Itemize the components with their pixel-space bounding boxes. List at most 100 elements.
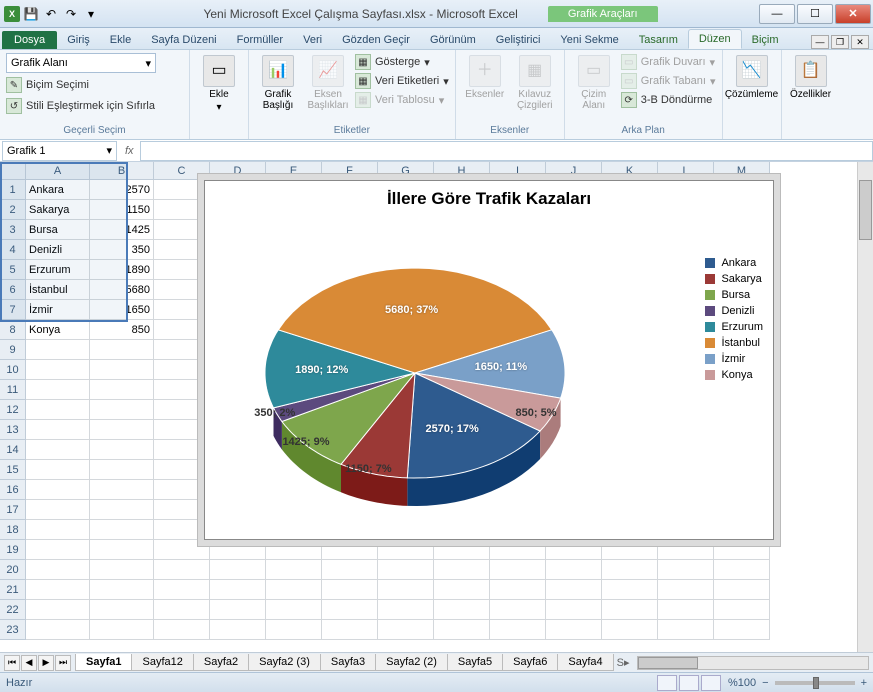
column-header[interactable]: K (602, 162, 658, 180)
column-header[interactable]: B (90, 162, 154, 180)
horizontal-scrollbar[interactable] (637, 656, 869, 670)
sheet-nav-prev[interactable]: ◀ (21, 655, 37, 671)
column-header[interactable]: I (490, 162, 546, 180)
cell[interactable] (266, 580, 322, 600)
cell[interactable] (90, 400, 154, 420)
cell[interactable] (602, 560, 658, 580)
cell[interactable] (154, 480, 210, 500)
cell[interactable] (266, 540, 322, 560)
row-header[interactable]: 9 (0, 340, 26, 360)
data-labels-button[interactable]: ▦Veri Etiketleri ▾ (355, 72, 449, 90)
cell[interactable] (322, 600, 378, 620)
cell[interactable]: İzmir (26, 300, 90, 320)
cell[interactable] (546, 620, 602, 640)
row-header[interactable]: 17 (0, 500, 26, 520)
row-header[interactable]: 11 (0, 380, 26, 400)
row-header[interactable]: 10 (0, 360, 26, 380)
cell[interactable] (154, 380, 210, 400)
cell[interactable] (378, 540, 434, 560)
cell[interactable] (90, 480, 154, 500)
cell[interactable] (26, 580, 90, 600)
cell[interactable] (154, 280, 210, 300)
row-header[interactable]: 6 (0, 280, 26, 300)
vertical-scrollbar-thumb[interactable] (859, 180, 872, 240)
cell[interactable] (434, 600, 490, 620)
embedded-chart[interactable]: İllere Göre Trafik Kazaları AnkaraSakary… (204, 180, 774, 540)
tab-formulas[interactable]: Formüller (227, 31, 293, 49)
sheet-tab[interactable]: Sayfa12 (131, 654, 193, 671)
save-icon[interactable]: 💾 (22, 5, 40, 23)
tab-page-layout[interactable]: Sayfa Düzeni (141, 31, 226, 49)
cell[interactable] (26, 480, 90, 500)
cell[interactable] (90, 420, 154, 440)
cell[interactable] (714, 580, 770, 600)
tab-chart-layout[interactable]: Düzen (688, 29, 742, 49)
cell[interactable] (714, 620, 770, 640)
row-header[interactable]: 4 (0, 240, 26, 260)
legend-item[interactable]: Erzurum (705, 321, 763, 333)
cell[interactable] (154, 240, 210, 260)
cell[interactable] (322, 560, 378, 580)
sheet-tab[interactable]: Sayfa2 (2) (375, 654, 448, 671)
cell[interactable] (154, 260, 210, 280)
sheet-tab[interactable]: Sayfa5 (447, 654, 503, 671)
cell[interactable]: 1650 (90, 300, 154, 320)
cell[interactable] (26, 540, 90, 560)
tab-file[interactable]: Dosya (2, 31, 57, 49)
maximize-button[interactable]: ☐ (797, 4, 833, 24)
cell[interactable] (490, 540, 546, 560)
cell[interactable] (26, 520, 90, 540)
zoom-level[interactable]: %100 (728, 677, 756, 689)
worksheet-grid[interactable]: ABCDEFGHIJKLM 12345678910111213141516171… (0, 162, 873, 652)
cell[interactable]: 2570 (90, 180, 154, 200)
column-header[interactable]: H (434, 162, 490, 180)
inner-restore-button[interactable]: ❐ (831, 35, 849, 49)
properties-button[interactable]: 📋Özellikler (788, 53, 834, 100)
chart-title-button[interactable]: 📊Grafik Başlığı (255, 53, 301, 111)
cell[interactable] (378, 560, 434, 580)
cell[interactable] (210, 620, 266, 640)
fx-icon[interactable]: fx (125, 145, 134, 157)
row-header[interactable]: 20 (0, 560, 26, 580)
row-header[interactable]: 15 (0, 460, 26, 480)
cell[interactable] (322, 620, 378, 640)
cell[interactable] (434, 620, 490, 640)
row-header[interactable]: 8 (0, 320, 26, 340)
legend-item[interactable]: Denizli (705, 305, 763, 317)
cell[interactable] (90, 600, 154, 620)
cell[interactable] (154, 300, 210, 320)
row-header[interactable]: 14 (0, 440, 26, 460)
row-header[interactable]: 7 (0, 300, 26, 320)
qat-dropdown-icon[interactable]: ▾ (82, 5, 100, 23)
format-selection-button[interactable]: ✎Biçim Seçimi (6, 76, 183, 94)
redo-icon[interactable]: ↷ (62, 5, 80, 23)
cell[interactable] (490, 580, 546, 600)
cell[interactable] (154, 320, 210, 340)
cell[interactable] (602, 540, 658, 560)
cell[interactable] (154, 340, 210, 360)
vertical-scrollbar[interactable] (857, 162, 873, 652)
sheet-tab[interactable]: Sayfa6 (502, 654, 558, 671)
cell[interactable] (90, 580, 154, 600)
cell[interactable] (154, 400, 210, 420)
cell[interactable] (154, 560, 210, 580)
horizontal-scrollbar-thumb[interactable] (638, 657, 698, 669)
cell[interactable] (714, 540, 770, 560)
cell[interactable] (490, 620, 546, 640)
sheet-nav-last[interactable]: ⏭ (55, 655, 71, 671)
cell[interactable] (90, 500, 154, 520)
column-header[interactable]: A (26, 162, 90, 180)
tab-chart-design[interactable]: Tasarım (629, 31, 688, 49)
tab-view[interactable]: Görünüm (420, 31, 486, 49)
cell[interactable] (322, 580, 378, 600)
cell[interactable] (658, 580, 714, 600)
zoom-in-button[interactable]: + (861, 677, 867, 689)
cell[interactable]: Konya (26, 320, 90, 340)
cell[interactable] (26, 440, 90, 460)
insert-shape-button[interactable]: ▭Ekle▾ (196, 53, 242, 113)
cell[interactable] (154, 460, 210, 480)
legend-item[interactable]: Bursa (705, 289, 763, 301)
sheet-tab[interactable]: Sayfa4 (557, 654, 613, 671)
tab-newtab[interactable]: Yeni Sekme (550, 31, 628, 49)
view-page-layout-button[interactable] (679, 675, 699, 691)
